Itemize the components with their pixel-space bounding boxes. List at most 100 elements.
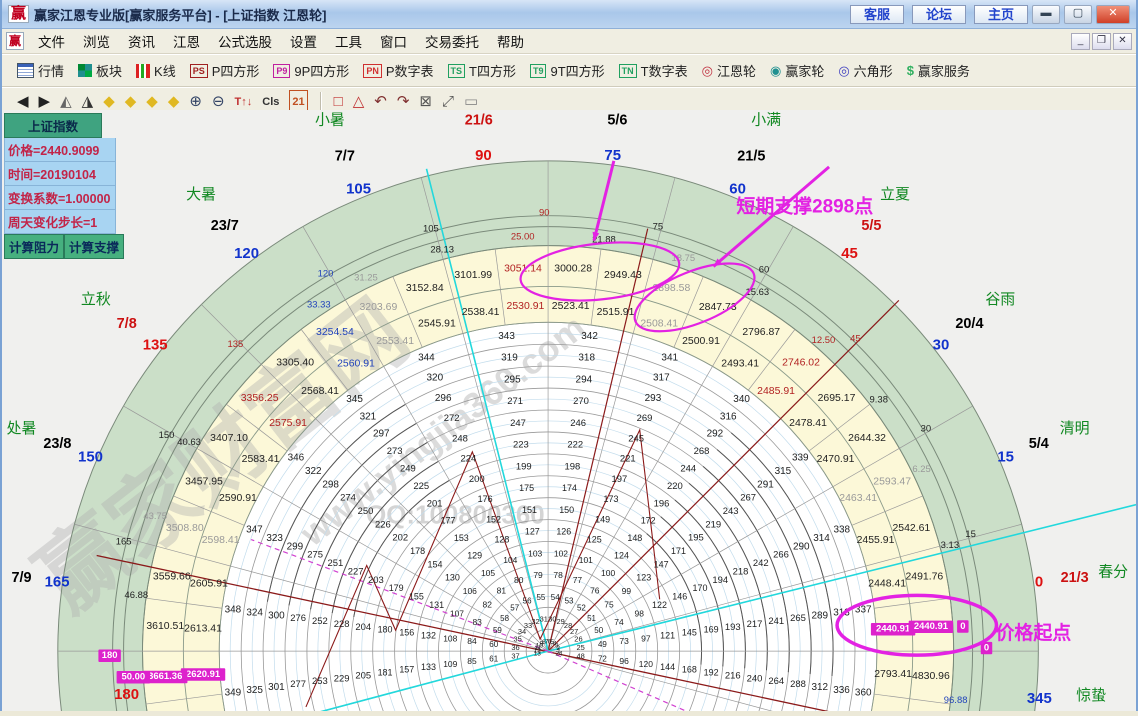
wheel-number: 272 xyxy=(444,413,460,424)
wheel-number: 52 xyxy=(577,604,586,613)
wheel-number: 2568.41 xyxy=(301,386,339,397)
wheel-number: 9.38 xyxy=(870,395,888,406)
maximize-button[interactable]: ▢ xyxy=(1064,5,1092,24)
menu-帮助[interactable]: 帮助 xyxy=(488,29,533,53)
toolbar-button-9P四方形[interactable]: P99P四方形 xyxy=(266,61,356,80)
menu-浏览[interactable]: 浏览 xyxy=(74,29,119,53)
wheel-number: 3152.84 xyxy=(406,283,444,294)
close-button[interactable]: ✕ xyxy=(1096,5,1130,24)
toolbar-button-赢家服务[interactable]: $赢家服务 xyxy=(900,61,977,80)
toolbar-button-P数字表[interactable]: PNP数字表 xyxy=(356,61,440,80)
wheel-number: 252 xyxy=(312,616,328,627)
wheel-number: 48 xyxy=(577,651,585,660)
mdi-restore-button[interactable]: ❐ xyxy=(1092,33,1111,50)
wheel-number: 250 xyxy=(358,506,374,517)
menu-设置[interactable]: 设置 xyxy=(281,29,326,53)
wheel-number: 165 xyxy=(116,536,132,547)
wheel-number: 177 xyxy=(441,516,456,526)
menu-工具[interactable]: 工具 xyxy=(326,29,371,53)
time-field: 时间=20190104 xyxy=(4,162,116,186)
wheel-number: 200 xyxy=(469,474,485,485)
menu-资讯[interactable]: 资讯 xyxy=(119,29,164,53)
minimize-button[interactable]: ▬ xyxy=(1032,5,1060,24)
wheel-number: 217 xyxy=(747,619,763,630)
step-field: 周天变化步长=1 xyxy=(4,210,116,234)
wheel-number: 2796.87 xyxy=(742,327,780,338)
wheel-number: 2590.91 xyxy=(219,493,257,504)
wheel-number: 2613.41 xyxy=(184,624,222,635)
wheel-number: 2575.91 xyxy=(269,418,307,429)
wheel-number: 301 xyxy=(268,682,285,693)
wheel-number: 219 xyxy=(705,519,721,530)
wheel-number: 49 xyxy=(598,640,607,649)
date-label: 23/7 xyxy=(211,218,239,234)
calc-resistance-button[interactable]: 计算阻力 xyxy=(4,234,64,259)
highlighted-cell: 180 xyxy=(102,650,118,661)
wheel-number: 155 xyxy=(409,592,424,602)
wheel-number: 336 xyxy=(833,685,850,696)
menu-交易委托[interactable]: 交易委托 xyxy=(416,29,488,53)
toolbar-button-六角形[interactable]: ◎六角形 xyxy=(831,61,899,80)
forum-button[interactable]: 论坛 xyxy=(912,5,966,24)
toolbar-button-行情[interactable]: 行情 xyxy=(10,61,71,80)
wheel-number: 244 xyxy=(680,464,696,475)
wheel-number: 180 xyxy=(378,625,393,635)
highlighted-cell: 2440.91 xyxy=(914,621,948,632)
menu-文件[interactable]: 文件 xyxy=(29,29,74,53)
wheel-number: 245 xyxy=(628,433,644,444)
toolbar-button-9T四方形[interactable]: T99T四方形 xyxy=(523,61,612,80)
wheel-number: 6.25 xyxy=(912,464,930,475)
wheel-number: 360 xyxy=(855,688,872,699)
wheel-number: 97 xyxy=(641,633,651,643)
toolbar-button-赢家轮[interactable]: ◉赢家轮 xyxy=(763,61,831,80)
toolbar-button-板块[interactable]: 板块 xyxy=(71,61,129,80)
highlighted-cell: 0 xyxy=(960,621,965,632)
solar-term-label: 大暑 xyxy=(186,186,216,203)
wheel-number: 173 xyxy=(604,494,619,504)
mdi-close-button[interactable]: ✕ xyxy=(1113,33,1132,50)
wheel-number: 31 xyxy=(540,615,548,624)
toolbar-label: 行情 xyxy=(38,61,64,80)
homepage-button[interactable]: 主页 xyxy=(974,5,1028,24)
wheel-number: 342 xyxy=(581,331,598,342)
wheel-number: 2598.41 xyxy=(202,535,240,546)
toolbar-button-江恩轮[interactable]: ◎江恩轮 xyxy=(695,61,763,80)
wheel-number: 271 xyxy=(507,396,523,407)
wheel-number: 105 xyxy=(423,224,439,235)
menu-江恩[interactable]: 江恩 xyxy=(164,29,209,53)
mdi-minimize-button[interactable]: _ xyxy=(1071,33,1090,50)
wheel-number: 218 xyxy=(733,566,749,577)
wheel-number: 149 xyxy=(595,514,610,524)
wheel-number: 297 xyxy=(373,429,390,440)
toolbar-label: 六角形 xyxy=(854,61,893,80)
solar-term-label: 立秋 xyxy=(81,291,111,308)
toolbar-button-K线[interactable]: K线 xyxy=(129,61,183,80)
wheel-number: 299 xyxy=(287,541,304,552)
wheel-number: 3610.51 xyxy=(146,621,184,632)
calc-support-button[interactable]: 计算支撑 xyxy=(64,234,124,259)
toolbar-button-P四方形[interactable]: PSP四方形 xyxy=(183,61,267,80)
customer-service-button[interactable]: 客服 xyxy=(850,5,904,24)
wheel-number: 312 xyxy=(811,682,828,693)
wheel-number: 60 xyxy=(489,640,498,649)
wheel-number: 133 xyxy=(421,662,436,672)
price-field: 价格=2440.9099 xyxy=(4,138,116,162)
wheel-number: 293 xyxy=(645,393,662,404)
wheel-number: 205 xyxy=(355,670,371,681)
wheel-number: 228 xyxy=(334,619,350,630)
menu-窗口[interactable]: 窗口 xyxy=(371,29,416,53)
wheel-number: 2538.41 xyxy=(462,307,500,318)
toolbar-button-T四方形[interactable]: TST四方形 xyxy=(441,61,523,80)
highlighted-cell: 2440.91 xyxy=(876,624,910,635)
wheel-number: 29 xyxy=(557,617,565,626)
wheel-number: 122 xyxy=(652,600,667,610)
menu-公式选股[interactable]: 公式选股 xyxy=(209,29,281,53)
wheel-number: 79 xyxy=(533,570,543,580)
wheel-number: 269 xyxy=(637,413,653,424)
toolbar-button-T数字表[interactable]: TNT数字表 xyxy=(612,61,695,80)
wheel-number: 192 xyxy=(704,668,719,678)
wheel-number: 153 xyxy=(454,533,469,543)
wheel-number: 223 xyxy=(513,440,529,451)
wheel-number: 25 xyxy=(577,643,585,652)
wheel-number: 33.33 xyxy=(307,300,331,311)
